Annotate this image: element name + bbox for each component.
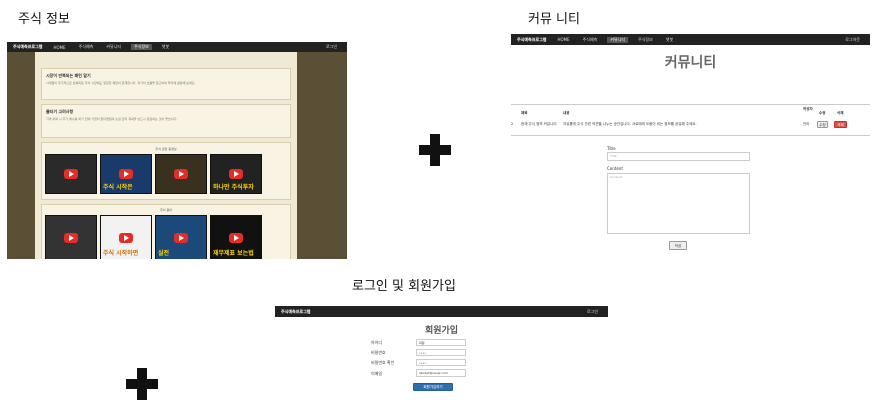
video-thumbnail[interactable]: 주식 시작은 — [100, 154, 152, 194]
brand-logo[interactable]: 주식예측프로그램 — [13, 44, 42, 50]
content-label: Content — [607, 166, 623, 171]
stock-content: 시장이 반복되는 패턴 알기 사계절이 주기적으로 반복되듯 주식 시장에도 일… — [35, 52, 297, 259]
nav-predict[interactable]: 주식예측 — [76, 44, 97, 50]
caption-community: 커뮤 니티 — [528, 12, 580, 27]
edit-button[interactable]: 수정 — [817, 121, 828, 128]
email-label: 이메일 — [371, 371, 383, 376]
play-icon — [119, 169, 133, 179]
password-input[interactable]: •••• — [416, 349, 466, 356]
nav-login[interactable]: 로그인 — [326, 44, 337, 50]
nav-predict[interactable]: 주식예측 — [580, 37, 601, 43]
col-author: 작성자 — [803, 107, 813, 111]
submit-button[interactable]: 작성 — [669, 241, 687, 250]
email-input[interactable]: abcdef@naver.com — [416, 369, 466, 377]
video-thumbnail[interactable]: 하나만 주식투자 — [210, 154, 262, 194]
community-screenshot: 주식예측프로그램 HOME 주식예측 커뮤니티 주식정보 챗봇 로그아웃 커뮤니… — [511, 34, 870, 258]
video-thumbnail[interactable]: 재무제표 보는법 — [210, 215, 262, 259]
navbar: 주식예측프로그램 로그인 — [275, 306, 608, 317]
caption-stock: 주식 정보 — [18, 12, 70, 27]
row-author: 관리 — [803, 122, 810, 126]
password-label: 비밀번호 — [371, 350, 386, 355]
play-icon — [174, 169, 188, 179]
title-label: Title — [607, 146, 616, 151]
navbar: 주식예측프로그램 HOME 주식예측 커뮤니티 주식정보 챗봇 로그아웃 — [511, 34, 870, 45]
video-thumbnail[interactable] — [155, 154, 207, 194]
col-title: 제목 — [521, 111, 528, 115]
card-body: 사계절이 주기적으로 반복되듯 주식 시장에도 일정한 패턴이 존재합니다. 과… — [46, 81, 196, 85]
plus-icon — [419, 134, 451, 166]
play-icon — [64, 169, 78, 179]
post-table: 제목 내용 작성자 수정 삭제 2 현재 주식 정보 커뮤니티 자유롭게 주식 … — [511, 104, 870, 136]
play-icon — [229, 169, 243, 179]
video-thumbnail[interactable] — [45, 215, 97, 259]
stock-info-screenshot: 주식예측프로그램 HOME 주식예측 커뮤니티 주식정보 챗봇 로그인 시장이 … — [7, 42, 347, 259]
plus-icon — [126, 368, 158, 400]
id-input[interactable]: 회원 — [416, 339, 466, 346]
video-thumbnail[interactable]: 주식 시작하면 — [100, 215, 152, 259]
signup-screenshot: 주식예측프로그램 로그인 회원가입 아이디 회원 비밀번호 •••• 비밀번호 … — [275, 306, 608, 419]
row-title[interactable]: 현재 주식 정보 커뮤니티 — [521, 122, 557, 127]
id-label: 아이디 — [371, 340, 383, 345]
card-title: 시장이 반복되는 패턴 알기 — [46, 73, 91, 78]
password-confirm-label: 비밀번호 확인 — [371, 360, 395, 365]
play-icon — [229, 232, 243, 243]
nav-stockinfo[interactable]: 주식정보 — [131, 44, 152, 50]
row-content: 자유롭게 주식 관련 의견을 나누는 공간입니다. 서로에게 도움이 되는 정보… — [563, 122, 697, 126]
video-card: 주식 관련 동영상 주식 시작은 하나만 주식투자 — [41, 142, 291, 200]
nav-chatbot[interactable]: 챗봇 — [159, 44, 172, 50]
col-delete: 삭제 — [837, 111, 844, 115]
video-thumbnail[interactable] — [45, 154, 97, 194]
video-section-title: 주식 관련 동영상 — [155, 147, 177, 151]
nav-home[interactable]: HOME — [554, 37, 572, 42]
title-input[interactable]: Title — [607, 152, 750, 161]
content-textarea[interactable]: Content — [607, 173, 750, 234]
video-card: 주식 용어 주식 시작하면 실전 재무제표 보는법 — [41, 204, 291, 259]
brand-logo[interactable]: 주식예측프로그램 — [281, 309, 310, 315]
nav-community[interactable]: 커뮤니티 — [103, 44, 124, 50]
page-title: 커뮤니티 — [664, 55, 717, 71]
brand-logo[interactable]: 주식예측프로그램 — [517, 37, 546, 43]
signup-button[interactable]: 회원가입하기 — [413, 383, 453, 391]
nav-login[interactable]: 로그인 — [587, 309, 598, 315]
play-icon — [64, 232, 78, 243]
video-section-title: 주식 용어 — [160, 208, 172, 212]
page-title: 회원가입 — [424, 326, 459, 336]
nav-chatbot[interactable]: 챗봇 — [663, 37, 676, 43]
nav-community[interactable]: 커뮤니티 — [607, 36, 629, 43]
play-icon — [119, 232, 133, 243]
play-icon — [174, 232, 188, 243]
nav-logout[interactable]: 로그아웃 — [845, 37, 860, 43]
navbar: 주식예측프로그램 HOME 주식예측 커뮤니티 주식정보 챗봇 로그인 — [7, 42, 347, 52]
row-number: 2 — [511, 122, 514, 126]
caption-login: 로그인 및 회원가입 — [352, 279, 456, 294]
info-card: 시장이 반복되는 패턴 알기 사계절이 주기적으로 반복되듯 주식 시장에도 일… — [41, 68, 291, 100]
info-card: 물타기 고려사항 가격 하락 시 추가 매수를 하기 전에 기업의 펀더멘털과 … — [41, 104, 291, 138]
nav-stockinfo[interactable]: 주식정보 — [635, 37, 656, 43]
nav-home[interactable]: HOME — [50, 45, 68, 50]
card-body: 가격 하락 시 추가 매수를 하기 전에 기업의 펀더멘털과 손실 관리 계획을… — [46, 117, 178, 121]
col-content: 내용 — [563, 111, 570, 115]
card-title: 물타기 고려사항 — [46, 109, 74, 114]
video-thumbnail[interactable]: 실전 — [155, 215, 207, 259]
delete-button[interactable]: 삭제 — [834, 121, 847, 128]
password-confirm-input[interactable]: •••• — [416, 359, 466, 366]
col-edit: 수정 — [819, 111, 826, 115]
